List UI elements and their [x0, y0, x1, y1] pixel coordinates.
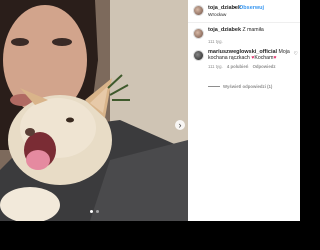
post-username[interactable]: toja_dziabek [208, 5, 241, 11]
avatar[interactable] [193, 28, 204, 39]
comment-body: Z mamiła [242, 27, 264, 33]
comment-text: toja_dziabek Z mamiła [208, 27, 298, 33]
next-arrow-button[interactable]: › [175, 120, 185, 130]
comment-time[interactable]: 111 tyg. [208, 39, 223, 44]
heart-emoji-icon: ♥ [273, 55, 277, 61]
avatar[interactable] [193, 50, 204, 61]
post-location[interactable]: Wrocław [208, 13, 226, 18]
separator-dot: • [234, 5, 236, 11]
chevron-right-icon: › [178, 120, 182, 130]
comment-meta: 111 tyg. [208, 39, 226, 44]
replies-divider [208, 86, 220, 88]
carousel-dot [95, 210, 99, 213]
comment-heart-text: Kocham [254, 55, 274, 61]
comment-item: mariuszweglowski_official Moja kochana r… [188, 45, 300, 69]
view-replies-button[interactable]: Wyświetl odpowiedzi (1) [208, 84, 272, 89]
view-replies-label: Wyświetl odpowiedzi (1) [223, 84, 273, 89]
reply-button[interactable]: Odpowiedz [253, 64, 276, 69]
post-header: toja_dziabek • Obserwuj Wrocław [188, 0, 300, 23]
post-photo [0, 0, 188, 221]
post-sidebar: toja_dziabek • Obserwuj Wrocław toja_dzi… [188, 0, 300, 221]
comment-username[interactable]: toja_dziabek [208, 27, 241, 33]
page-background [0, 221, 300, 250]
like-heart-icon[interactable]: ♡ [294, 51, 298, 57]
carousel-dots [0, 210, 188, 213]
comment-item: toja_dziabek Z mamiła 111 tyg. [188, 23, 300, 45]
comment-text: mariuszweglowski_official Moja kochana r… [208, 49, 298, 61]
avatar[interactable] [193, 5, 204, 16]
comment-time[interactable]: 111 tyg. [208, 64, 223, 69]
carousel-dot [89, 210, 93, 213]
follow-button[interactable]: Obserwuj [239, 5, 264, 11]
comment-likes[interactable]: 4 polubień [227, 64, 249, 69]
post-image [0, 0, 188, 221]
comment-meta: 111 tyg. 4 polubień Odpowiedz [208, 64, 278, 69]
